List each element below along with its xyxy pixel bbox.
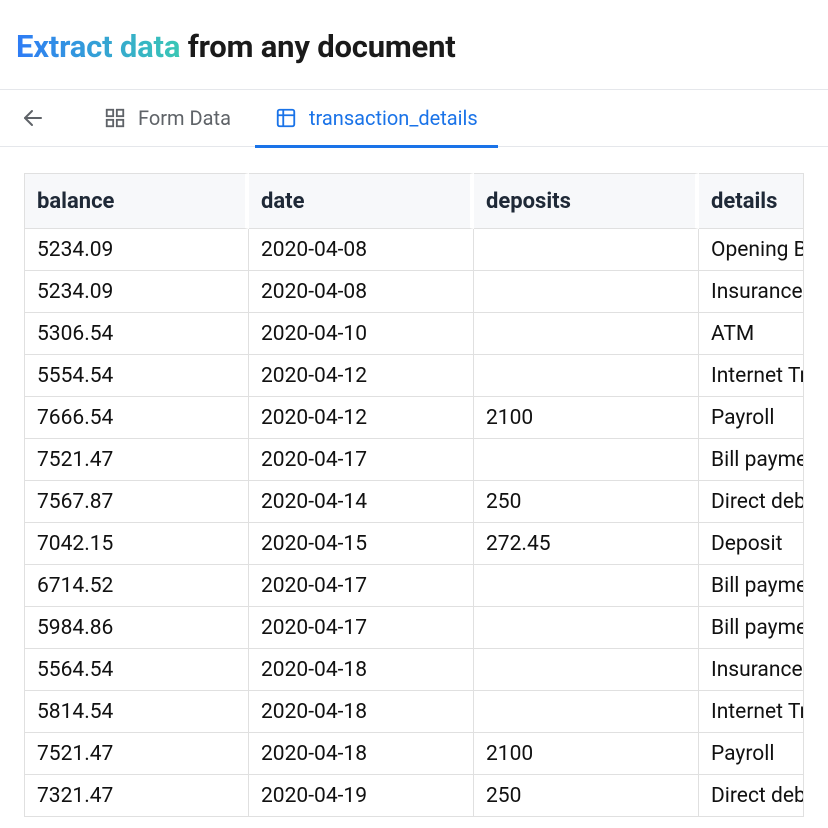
cell-date: 2020-04-17	[249, 439, 474, 481]
page-header: Extract data from any document	[0, 0, 828, 89]
cell-balance: 5984.86	[24, 607, 249, 649]
cell-details: Bill paymen	[699, 607, 804, 649]
cell-details: Insurance	[699, 271, 804, 313]
cell-date: 2020-04-18	[249, 649, 474, 691]
page-title-rest: from any document	[180, 28, 455, 65]
cell-date: 2020-04-18	[249, 691, 474, 733]
cell-balance: 7321.47	[24, 775, 249, 817]
column-header-balance[interactable]: balance	[24, 173, 249, 229]
table-row[interactable]: 5814.542020-04-18 Internet Tra	[24, 691, 804, 733]
cell-date: 2020-04-15	[249, 523, 474, 565]
table-row[interactable]: 7567.872020-04-14250Direct debi	[24, 481, 804, 523]
cell-deposits: 272.45	[474, 523, 699, 565]
cell-date: 2020-04-08	[249, 229, 474, 271]
cell-balance: 6714.52	[24, 565, 249, 607]
arrow-left-icon	[21, 106, 45, 130]
cell-details: Payroll	[699, 397, 804, 439]
tab-form-data[interactable]: Form Data	[84, 89, 251, 147]
cell-balance: 5306.54	[24, 313, 249, 355]
column-header-date[interactable]: date	[249, 173, 474, 229]
cell-balance: 5234.09	[24, 229, 249, 271]
cell-date: 2020-04-12	[249, 397, 474, 439]
table-row[interactable]: 5564.542020-04-18 Insurance	[24, 649, 804, 691]
cell-deposits	[474, 313, 699, 355]
cell-balance: 7521.47	[24, 439, 249, 481]
cell-date: 2020-04-17	[249, 565, 474, 607]
cell-deposits	[474, 649, 699, 691]
cell-date: 2020-04-17	[249, 607, 474, 649]
table-row[interactable]: 7521.472020-04-182100Payroll	[24, 733, 804, 775]
cell-details: Bill paymen	[699, 439, 804, 481]
table-row[interactable]: 5306.542020-04-10 ATM	[24, 313, 804, 355]
cell-deposits: 250	[474, 775, 699, 817]
cell-date: 2020-04-18	[249, 733, 474, 775]
table-header-row: balance date deposits details	[24, 173, 804, 229]
cell-balance: 5234.09	[24, 271, 249, 313]
cell-balance: 7521.47	[24, 733, 249, 775]
table-container: balance date deposits details 5234.09202…	[0, 147, 828, 817]
cell-deposits	[474, 229, 699, 271]
cell-deposits	[474, 355, 699, 397]
table-row[interactable]: 6714.522020-04-17 Bill paymen	[24, 565, 804, 607]
cell-details: Direct debi	[699, 775, 804, 817]
cell-date: 2020-04-19	[249, 775, 474, 817]
table-row[interactable]: 5554.542020-04-12 Internet Tra	[24, 355, 804, 397]
cell-deposits	[474, 691, 699, 733]
cell-deposits: 250	[474, 481, 699, 523]
cell-balance: 5564.54	[24, 649, 249, 691]
cell-balance: 7042.15	[24, 523, 249, 565]
cell-deposits	[474, 607, 699, 649]
table-row[interactable]: 7042.152020-04-15272.45Deposit	[24, 523, 804, 565]
cell-balance: 7567.87	[24, 481, 249, 523]
tab-transaction-details[interactable]: transaction_details	[255, 89, 498, 147]
cell-deposits	[474, 565, 699, 607]
cell-details: Bill paymen	[699, 565, 804, 607]
cell-date: 2020-04-08	[249, 271, 474, 313]
tab-label: Form Data	[138, 106, 231, 130]
column-header-deposits[interactable]: deposits	[474, 173, 699, 229]
table-row[interactable]: 5234.092020-04-08 Opening Ba	[24, 229, 804, 271]
table-row[interactable]: 5234.092020-04-08 Insurance	[24, 271, 804, 313]
cell-date: 2020-04-10	[249, 313, 474, 355]
grid-icon	[104, 107, 126, 129]
tab-bar: Form Data transaction_details	[0, 89, 828, 147]
table-row[interactable]: 7321.472020-04-19250Direct debi	[24, 775, 804, 817]
cell-details: ATM	[699, 313, 804, 355]
cell-details: Deposit	[699, 523, 804, 565]
page-title-accent: Extract data	[16, 28, 180, 65]
cell-date: 2020-04-14	[249, 481, 474, 523]
cell-deposits	[474, 439, 699, 481]
cell-deposits: 2100	[474, 733, 699, 775]
column-header-details[interactable]: details	[699, 173, 804, 229]
table-icon	[275, 107, 297, 129]
cell-details: Direct debi	[699, 481, 804, 523]
cell-details: Internet Tra	[699, 355, 804, 397]
cell-deposits	[474, 271, 699, 313]
cell-deposits: 2100	[474, 397, 699, 439]
table-row[interactable]: 7521.472020-04-17 Bill paymen	[24, 439, 804, 481]
page-title: Extract data from any document	[16, 28, 812, 65]
table-row[interactable]: 7666.542020-04-122100Payroll	[24, 397, 804, 439]
transaction-table: balance date deposits details 5234.09202…	[24, 173, 804, 817]
cell-details: Internet Tra	[699, 691, 804, 733]
back-button[interactable]	[14, 99, 52, 137]
cell-date: 2020-04-12	[249, 355, 474, 397]
cell-balance: 5814.54	[24, 691, 249, 733]
cell-details: Insurance	[699, 649, 804, 691]
tab-label: transaction_details	[309, 106, 478, 130]
table-row[interactable]: 5984.862020-04-17 Bill paymen	[24, 607, 804, 649]
cell-details: Opening Ba	[699, 229, 804, 271]
cell-details: Payroll	[699, 733, 804, 775]
cell-balance: 7666.54	[24, 397, 249, 439]
cell-balance: 5554.54	[24, 355, 249, 397]
